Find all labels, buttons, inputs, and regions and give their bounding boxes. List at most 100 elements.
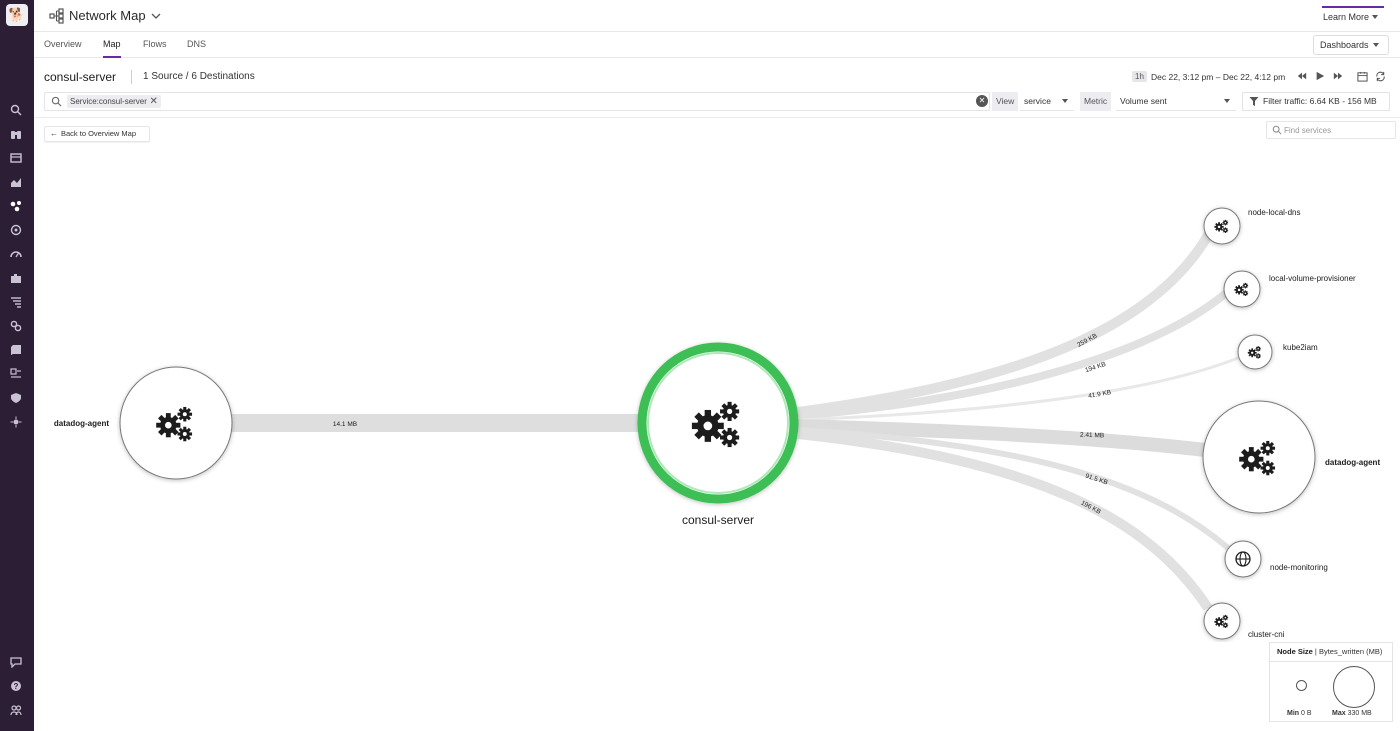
network-map-canvas[interactable]: 14.1 MB 259 KB 194 KB 41.9 KB 2.41 MB 91… [34, 142, 1400, 642]
metric-label: Metric [1080, 92, 1112, 111]
filter-icon [1249, 97, 1259, 106]
divider [1270, 661, 1392, 662]
svg-text:?: ? [14, 682, 19, 691]
rewind-icon[interactable] [1296, 71, 1308, 83]
rum-nav-icon[interactable] [9, 416, 23, 430]
tab-bar: Overview Map Flows DNS Dashboards [34, 32, 1400, 58]
metric-select[interactable]: Volume sent [1116, 92, 1236, 111]
datadog-logo-icon[interactable]: 🐕 [6, 4, 28, 26]
edge-label-datadog-agent-dest: 2.41 MB [1080, 432, 1104, 440]
divider [131, 70, 132, 84]
legend-title: Node Size | Bytes_written (MB) [1277, 647, 1383, 656]
search-nav-icon[interactable] [9, 104, 23, 118]
security-nav-icon[interactable] [9, 392, 23, 406]
calendar-icon[interactable] [1356, 71, 1368, 83]
node-label-datadog-agent-dest: datadog-agent [1325, 458, 1380, 467]
tab-map[interactable]: Map [103, 39, 121, 58]
network-nav-icon[interactable] [9, 200, 23, 214]
filter-chip[interactable]: Service:consul-server ✕ [67, 95, 161, 108]
metric-select-value: Volume sent [1120, 96, 1167, 106]
network-map-app-icon [49, 8, 64, 24]
search-icon [1272, 125, 1282, 135]
node-label-center: consul-server [682, 513, 754, 527]
binoculars-nav-icon[interactable] [9, 128, 23, 142]
learn-more-button[interactable]: Learn More [1322, 6, 1384, 28]
tab-dns[interactable]: DNS [187, 39, 206, 58]
node-local-volume-provisioner[interactable] [1223, 270, 1261, 308]
back-to-overview-label: Back to Overview Map [61, 129, 137, 138]
caret-down-icon [1372, 43, 1379, 50]
edge-cluster-cni[interactable] [797, 429, 1213, 611]
legend-metric: Bytes_written (MB) [1318, 647, 1383, 656]
find-services-input[interactable] [1266, 121, 1396, 139]
node-source-datadog-agent[interactable] [119, 366, 233, 480]
node-cluster-cni[interactable] [1203, 602, 1241, 640]
node-label-local-volume-provisioner: local-volume-provisioner [1269, 274, 1356, 283]
filter-traffic-button[interactable]: Filter traffic: 6.64 KB - 156 MB [1242, 92, 1390, 111]
link-nav-icon[interactable] [9, 320, 23, 334]
learn-more-label: Learn More [1323, 12, 1370, 22]
node-label-node-local-dns: node-local-dns [1248, 208, 1300, 217]
node-kube2iam[interactable] [1237, 334, 1273, 370]
dashboards-label: Dashboards [1320, 40, 1369, 50]
dashboard-nav-icon[interactable] [9, 152, 23, 166]
legend-max-circle [1333, 666, 1375, 708]
node-size-legend: Node Size | Bytes_written (MB) Min 0 B M… [1269, 642, 1393, 722]
tab-overview[interactable]: Overview [44, 39, 82, 58]
caret-down-icon [1224, 99, 1230, 106]
synthetics-nav-icon[interactable] [9, 368, 23, 382]
team-nav-icon[interactable] [9, 704, 23, 718]
page-title[interactable]: Network Map [69, 8, 146, 23]
tab-flows[interactable]: Flows [143, 39, 167, 58]
legend-max-value: 330 MB [1347, 710, 1372, 717]
caret-down-icon [1062, 99, 1068, 106]
notebooks-nav-icon[interactable] [9, 344, 23, 358]
sidebar: 🐕 ? [0, 0, 34, 731]
legend-min-label: Min [1287, 710, 1300, 717]
node-label-kube2iam: kube2iam [1283, 343, 1318, 352]
node-label-node-monitoring: node-monitoring [1270, 563, 1328, 572]
filter-chip-label: Service:consul-server [70, 97, 147, 106]
fast-forward-icon[interactable] [1332, 71, 1344, 83]
sub-header: consul-server 1 Source / 6 Destinations … [34, 58, 1400, 92]
time-frame-badge[interactable]: 1h [1132, 71, 1147, 82]
legend-max: Max 330 MB [1332, 710, 1372, 717]
dashboards-button[interactable]: Dashboards [1313, 35, 1389, 55]
chevron-down-icon[interactable] [151, 11, 161, 21]
play-icon[interactable] [1314, 71, 1326, 83]
filter-traffic-label: Filter traffic: 6.64 KB - 156 MB [1263, 96, 1377, 106]
view-select[interactable]: service [1020, 92, 1074, 111]
node-label-source: datadog-agent [54, 419, 109, 428]
refresh-icon[interactable] [1374, 71, 1386, 83]
node-center-consul-server[interactable] [637, 342, 799, 504]
divider [34, 117, 1400, 118]
source-destination-count: 1 Source / 6 Destinations [143, 71, 255, 82]
search-input[interactable]: Service:consul-server ✕ [44, 92, 990, 111]
integrations-nav-icon[interactable] [9, 272, 23, 286]
time-range[interactable]: Dec 22, 3:12 pm – Dec 22, 4:12 pm [1151, 72, 1285, 82]
view-label: View [992, 92, 1019, 111]
legend-min-value: 0 B [1301, 710, 1312, 717]
find-services-field[interactable] [1284, 124, 1392, 136]
page-header: Network Map Learn More [34, 0, 1400, 32]
edge-label-kube2iam: 41.9 KB [1088, 389, 1112, 400]
legend-min-circle [1296, 680, 1307, 691]
legend-max-label: Max [1332, 710, 1346, 717]
logs-nav-icon[interactable] [9, 296, 23, 310]
close-icon[interactable]: ✕ [150, 95, 158, 108]
back-to-overview-button[interactable]: ← Back to Overview Map [44, 126, 150, 142]
view-select-value: service [1024, 96, 1051, 106]
legend-title-label: Node Size [1277, 647, 1313, 656]
edge-label-source: 14.1 MB [333, 421, 357, 428]
node-datadog-agent-dest[interactable] [1202, 400, 1316, 514]
metrics-nav-icon[interactable] [9, 176, 23, 190]
chat-nav-icon[interactable] [9, 656, 23, 670]
node-node-monitoring[interactable] [1224, 540, 1262, 578]
monitors-nav-icon[interactable] [9, 248, 23, 262]
clear-search-icon[interactable]: ✕ [976, 95, 988, 107]
help-nav-icon[interactable]: ? [9, 680, 23, 694]
search-icon [51, 96, 62, 107]
apm-nav-icon[interactable] [9, 224, 23, 238]
legend-min: Min 0 B [1287, 710, 1312, 717]
node-node-local-dns[interactable] [1203, 207, 1241, 245]
